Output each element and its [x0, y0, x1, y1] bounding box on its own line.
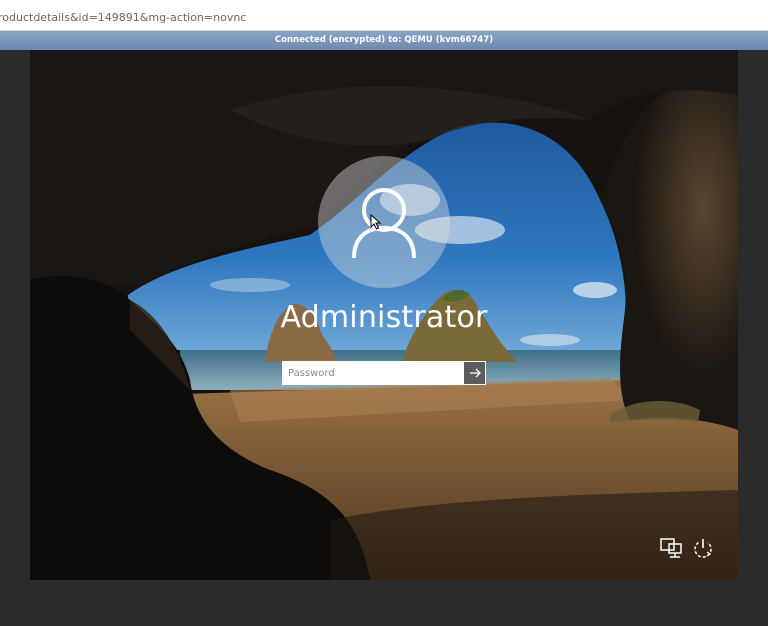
url-text[interactable]: roductdetails&id=149891&mg-action=novnc: [0, 11, 246, 24]
password-box[interactable]: [282, 361, 486, 385]
browser-address-bar[interactable]: roductdetails&id=149891&mg-action=novnc: [0, 0, 768, 31]
username-label: Administrator: [280, 300, 488, 335]
connection-status-text: Connected (encrypted) to: QEMU (kvm66747…: [274, 35, 494, 45]
user-avatar-icon: [352, 188, 416, 259]
submit-button[interactable]: [463, 362, 485, 384]
user-avatar: [318, 156, 450, 288]
network-icon[interactable]: [658, 535, 684, 561]
power-icon[interactable]: [690, 535, 716, 561]
mouse-pointer-icon: [370, 213, 382, 234]
novnc-status-bar: Connected (encrypted) to: QEMU (kvm66747…: [0, 31, 768, 50]
login-panel: Administrator: [30, 50, 738, 580]
page-bottom-area: [0, 580, 768, 626]
arrow-right-icon: [470, 368, 481, 378]
password-input[interactable]: [283, 362, 463, 384]
remote-desktop-screen[interactable]: Administrator: [30, 50, 738, 580]
